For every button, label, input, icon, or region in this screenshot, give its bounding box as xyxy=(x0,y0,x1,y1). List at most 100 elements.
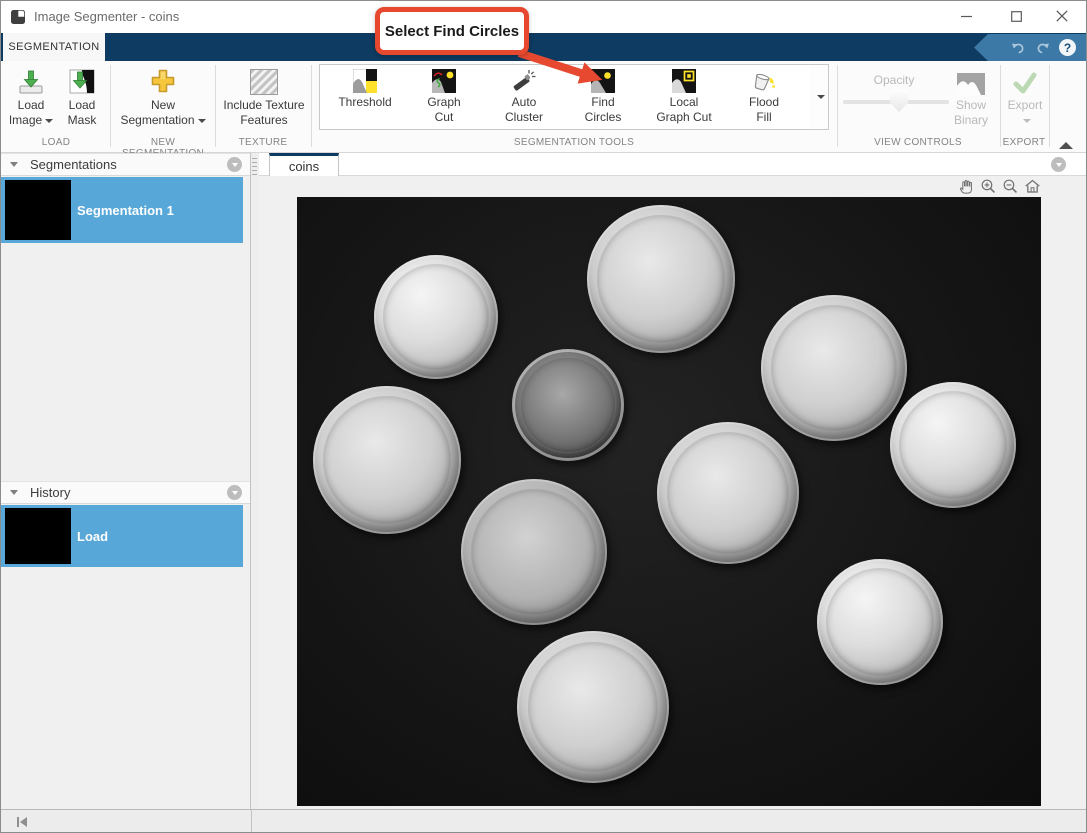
coin xyxy=(817,559,943,685)
coin xyxy=(587,205,735,353)
group-label-texture: TEXTURE xyxy=(215,137,311,148)
tool-label: Threshold xyxy=(338,95,391,109)
group-separator xyxy=(215,65,216,147)
splitter-grip-icon xyxy=(252,158,257,178)
segmentations-panel-header[interactable]: Segmentations xyxy=(1,153,250,176)
help-button[interactable]: ? xyxy=(1059,39,1076,56)
title-bar: Image Segmenter - coins xyxy=(1,1,1086,33)
tab-coins[interactable]: coins xyxy=(269,153,339,176)
home-fit-view-button[interactable] xyxy=(1023,177,1042,196)
opacity-slider-thumb[interactable] xyxy=(890,90,908,112)
show-binary-label-2: Binary xyxy=(954,113,988,127)
history-list-item[interactable]: Load xyxy=(1,505,243,567)
segmentations-panel-title: Segmentations xyxy=(30,157,227,172)
local-graph-cut-icon xyxy=(672,65,696,93)
group-separator xyxy=(1049,65,1050,147)
texture-label-2: Features xyxy=(240,113,287,127)
group-separator xyxy=(110,65,111,147)
load-mask-label-1: Load xyxy=(69,98,96,112)
segmentation-thumbnail xyxy=(5,180,71,240)
load-mask-label-2: Mask xyxy=(68,113,97,127)
load-image-icon xyxy=(18,63,44,95)
gallery-caret-icon xyxy=(817,95,825,99)
sidebar: Segmentations Segmentation 1 History Loa… xyxy=(1,153,251,809)
history-thumbnail xyxy=(5,508,71,564)
document-tab-bar: coins xyxy=(259,153,1087,176)
export-check-icon xyxy=(1012,63,1038,95)
undo-button[interactable] xyxy=(1009,39,1027,57)
zoom-in-button[interactable] xyxy=(979,177,998,196)
show-binary-button[interactable]: Show Binary xyxy=(945,63,997,128)
show-binary-label-1: Show xyxy=(956,98,986,112)
tool-local-graph-cut[interactable]: Local Graph Cut xyxy=(644,65,724,125)
collapse-ribbon-button[interactable] xyxy=(1055,137,1077,151)
collapse-triangle-icon xyxy=(10,162,18,167)
tool-graph-cut[interactable]: Graph Cut xyxy=(404,65,484,125)
document-area: coins xyxy=(259,153,1087,809)
tool-label: Graph Cut xyxy=(656,110,711,124)
load-mask-button[interactable]: Load Mask xyxy=(59,63,105,128)
tool-label: Auto xyxy=(512,95,537,109)
coin xyxy=(512,349,624,461)
export-button[interactable]: Export xyxy=(1002,63,1048,128)
status-divider xyxy=(251,810,252,833)
segmentation-list-item[interactable]: Segmentation 1 xyxy=(1,177,243,243)
tool-label: Fill xyxy=(756,110,771,124)
tool-find-circles[interactable]: Find Circles xyxy=(563,65,643,125)
group-label-segmentation-tools: SEGMENTATION TOOLS xyxy=(319,137,829,148)
group-label-view-controls: VIEW CONTROLS xyxy=(837,137,999,148)
find-circles-icon xyxy=(591,65,615,93)
export-label: Export xyxy=(1008,98,1043,112)
chevron-down-icon xyxy=(1056,163,1062,167)
pan-hand-button[interactable] xyxy=(957,177,976,196)
tool-flood-fill[interactable]: Flood Fill xyxy=(724,65,804,125)
group-separator xyxy=(311,65,312,147)
panel-options-button[interactable] xyxy=(227,157,242,172)
include-texture-features-button[interactable]: Include Texture Features xyxy=(217,63,311,128)
flood-fill-icon xyxy=(751,65,777,93)
coins-canvas[interactable] xyxy=(297,197,1041,806)
load-image-caret-icon xyxy=(45,119,53,123)
group-separator xyxy=(1000,65,1001,147)
new-segmentation-icon xyxy=(149,63,177,95)
tool-auto-cluster[interactable]: Auto Cluster xyxy=(484,65,564,125)
tool-label: Find xyxy=(591,95,614,109)
load-image-button[interactable]: Load Image xyxy=(5,63,57,128)
redo-button[interactable] xyxy=(1034,39,1052,57)
coin xyxy=(761,295,907,441)
close-button[interactable] xyxy=(1045,3,1079,29)
new-segmentation-caret-icon xyxy=(198,119,206,123)
zoom-out-button[interactable] xyxy=(1001,177,1020,196)
tool-threshold[interactable]: Threshold xyxy=(325,65,405,110)
collapse-panel-button[interactable] xyxy=(15,815,29,833)
image-segmenter-window: Image Segmenter - coins SEGMENTATION ? xyxy=(0,0,1087,833)
minimize-button[interactable] xyxy=(949,3,983,29)
group-separator xyxy=(837,65,838,147)
callout-box: Select Find Circles xyxy=(375,7,529,55)
gallery-dropdown-button[interactable] xyxy=(810,64,829,130)
load-image-label-2: Image xyxy=(9,113,42,127)
ribbon: Load Image Load Mask LOAD xyxy=(1,61,1086,153)
ribbon-tab-strip: SEGMENTATION ? xyxy=(1,33,1086,61)
panel-options-button[interactable] xyxy=(227,485,242,500)
tab-segmentation-label: SEGMENTATION xyxy=(8,41,99,53)
tab-segmentation[interactable]: SEGMENTATION xyxy=(3,33,105,61)
history-panel-header[interactable]: History xyxy=(1,481,250,504)
new-segmentation-button[interactable]: New Segmentation xyxy=(113,63,213,128)
show-binary-icon xyxy=(957,63,985,95)
auto-cluster-icon xyxy=(512,65,536,93)
app-icon xyxy=(11,10,25,24)
document-options-button[interactable] xyxy=(1051,157,1066,172)
coin xyxy=(657,422,799,564)
group-label-load: LOAD xyxy=(1,137,111,148)
chevron-down-icon xyxy=(232,163,238,167)
collapse-triangle-icon xyxy=(10,490,18,495)
load-image-label-1: Load xyxy=(18,98,45,112)
new-segmentation-label-2: Segmentation xyxy=(120,113,194,127)
tool-label: Flood xyxy=(749,95,779,109)
quick-access-toolbar: ? xyxy=(974,34,1086,61)
sidebar-splitter[interactable] xyxy=(251,153,259,809)
maximize-button[interactable] xyxy=(999,3,1033,29)
tool-label: Local xyxy=(670,95,699,109)
export-caret-icon xyxy=(1023,119,1031,123)
